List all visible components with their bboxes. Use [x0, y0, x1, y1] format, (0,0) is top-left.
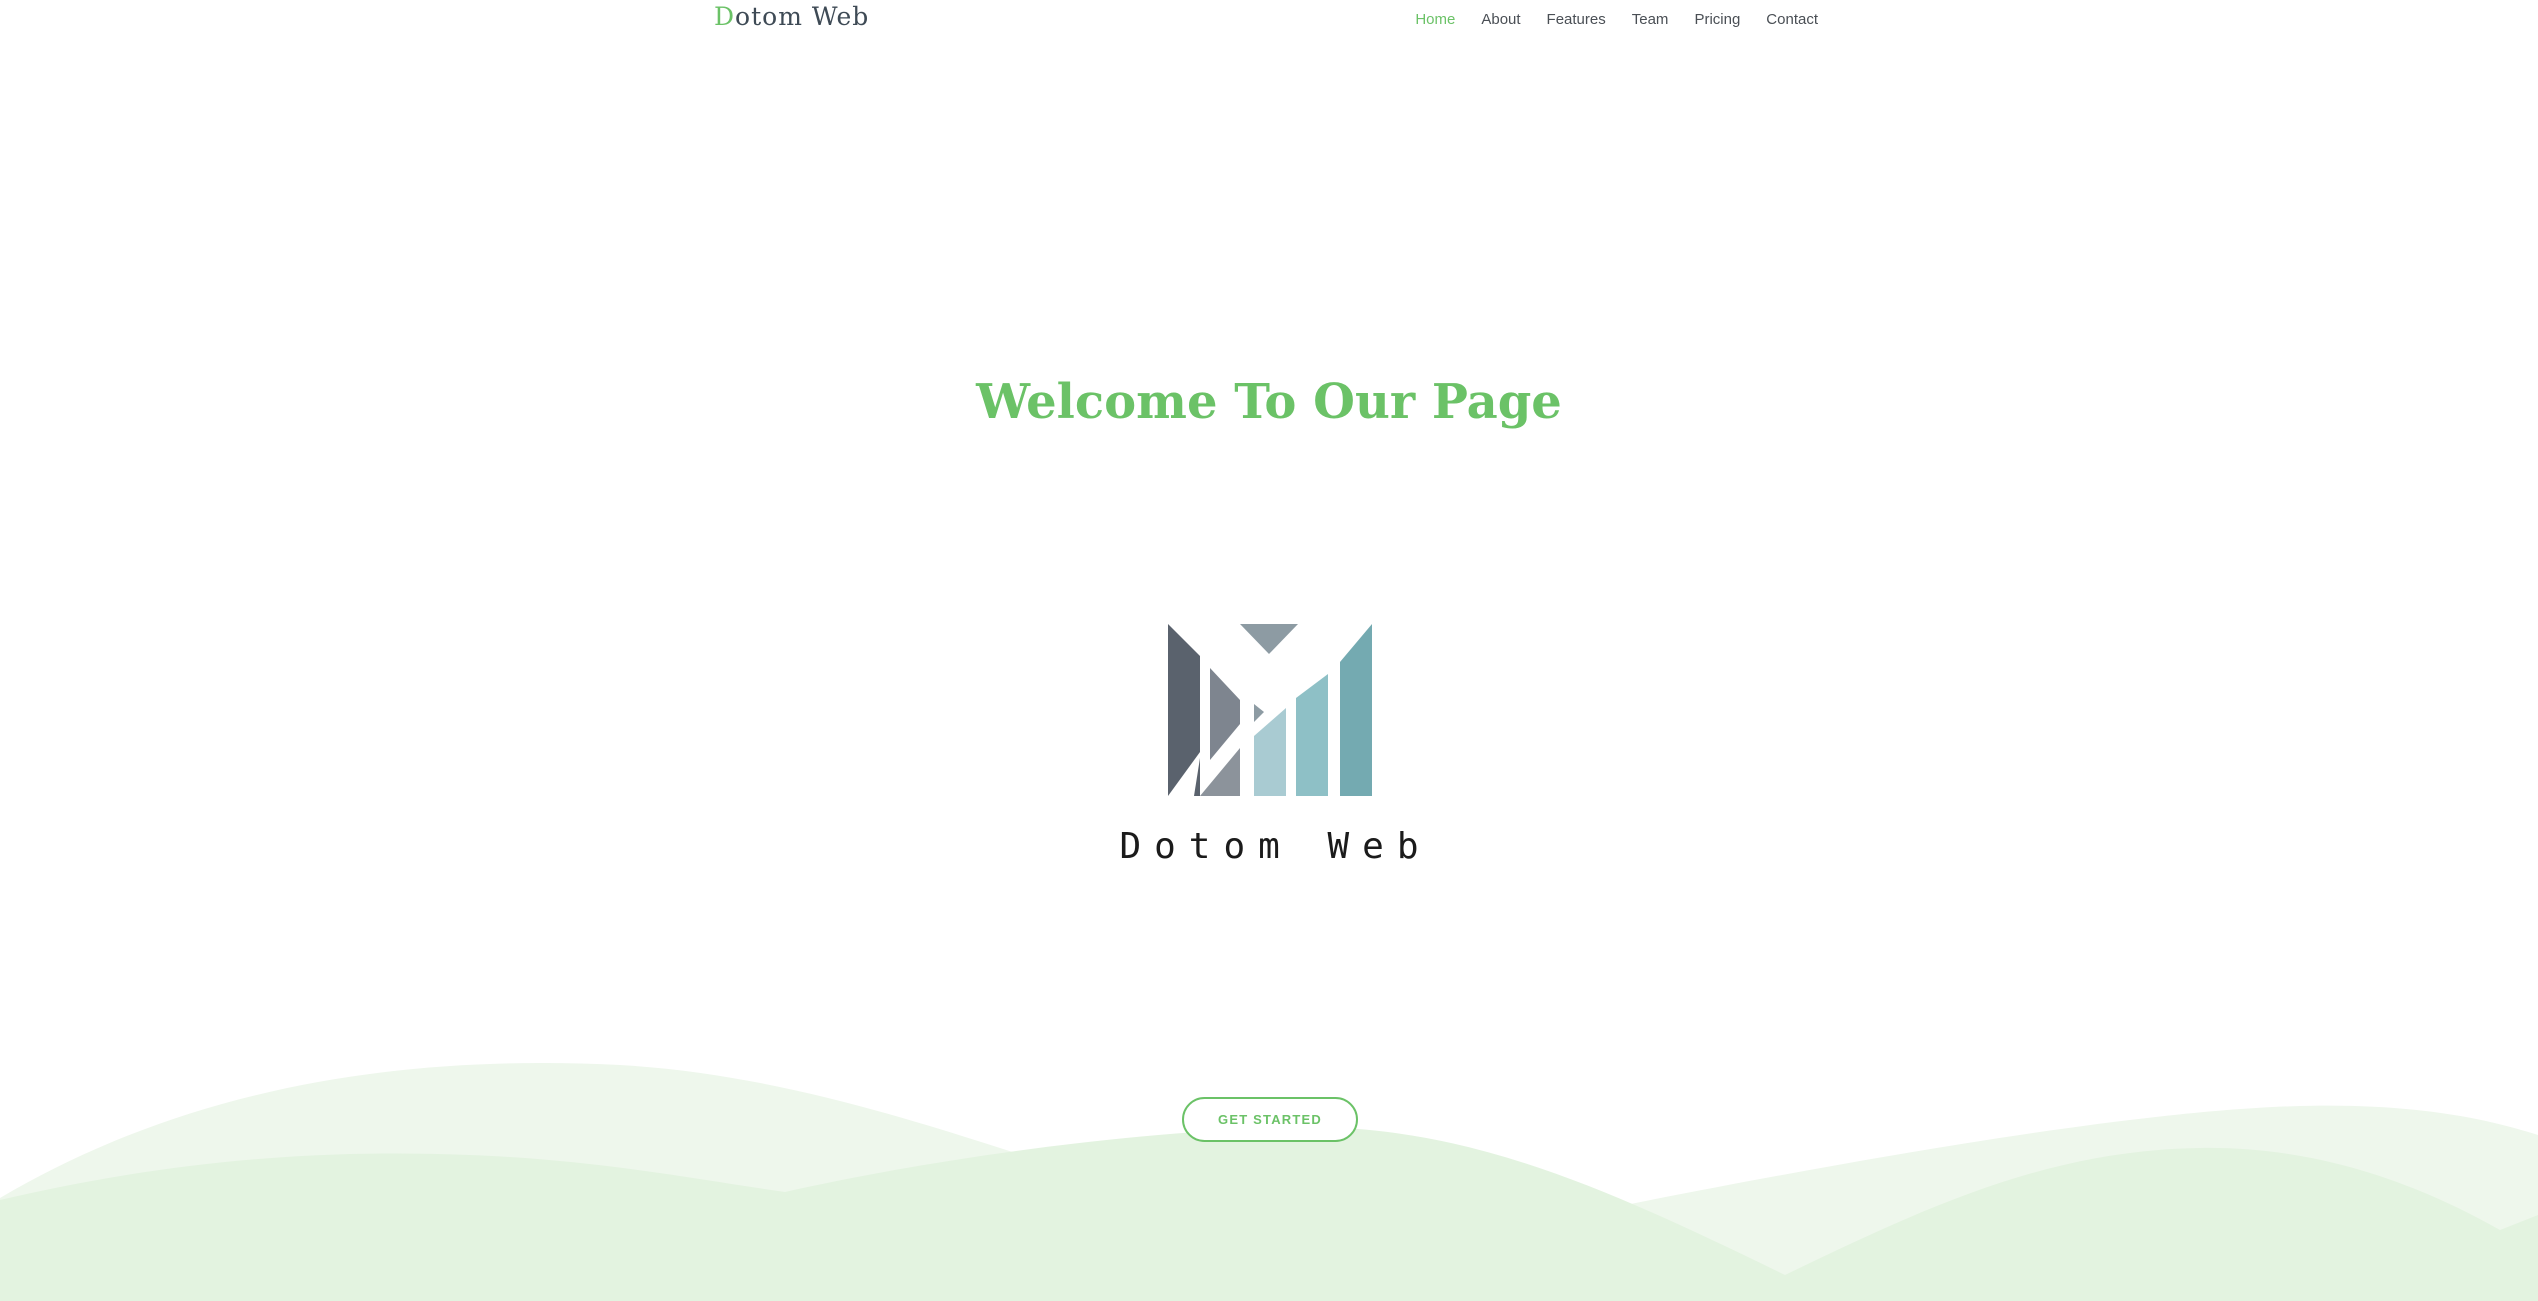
nav-item-home: Home	[1389, 11, 1455, 28]
nav-item-features: Features	[1521, 11, 1606, 28]
brand-first-letter: D	[714, 2, 736, 31]
hero-title: Welcome To Our Page	[976, 374, 1562, 430]
nav-item-pricing: Pricing	[1668, 11, 1740, 28]
background-waves	[0, 1063, 2538, 1301]
nav-item-contact: Contact	[1740, 11, 1818, 28]
nav-link-team[interactable]: Team	[1632, 11, 1669, 28]
page: Dotom Web Home About Features Team Prici…	[0, 0, 2538, 1301]
dotom-web-logo-icon	[1168, 624, 1372, 796]
brand-name-rest: otom Web	[735, 2, 870, 31]
nav-link-contact[interactable]: Contact	[1766, 11, 1818, 28]
nav-link-about[interactable]: About	[1481, 11, 1520, 28]
nav-item-about: About	[1455, 11, 1520, 28]
get-started-button[interactable]: GET STARTED	[1182, 1097, 1358, 1142]
nav-list: Home About Features Team Pricing Contact	[1389, 11, 1818, 28]
navbar: Dotom Web Home About Features Team Prici…	[714, 0, 1818, 40]
brand-logo-link[interactable]: Dotom Web	[714, 2, 869, 31]
logo-wordmark: Dotom Web	[1119, 826, 1432, 867]
nav-link-pricing[interactable]: Pricing	[1694, 11, 1740, 28]
nav-link-home[interactable]: Home	[1415, 11, 1455, 28]
nav-item-team: Team	[1606, 11, 1669, 28]
nav-link-features[interactable]: Features	[1547, 11, 1606, 28]
